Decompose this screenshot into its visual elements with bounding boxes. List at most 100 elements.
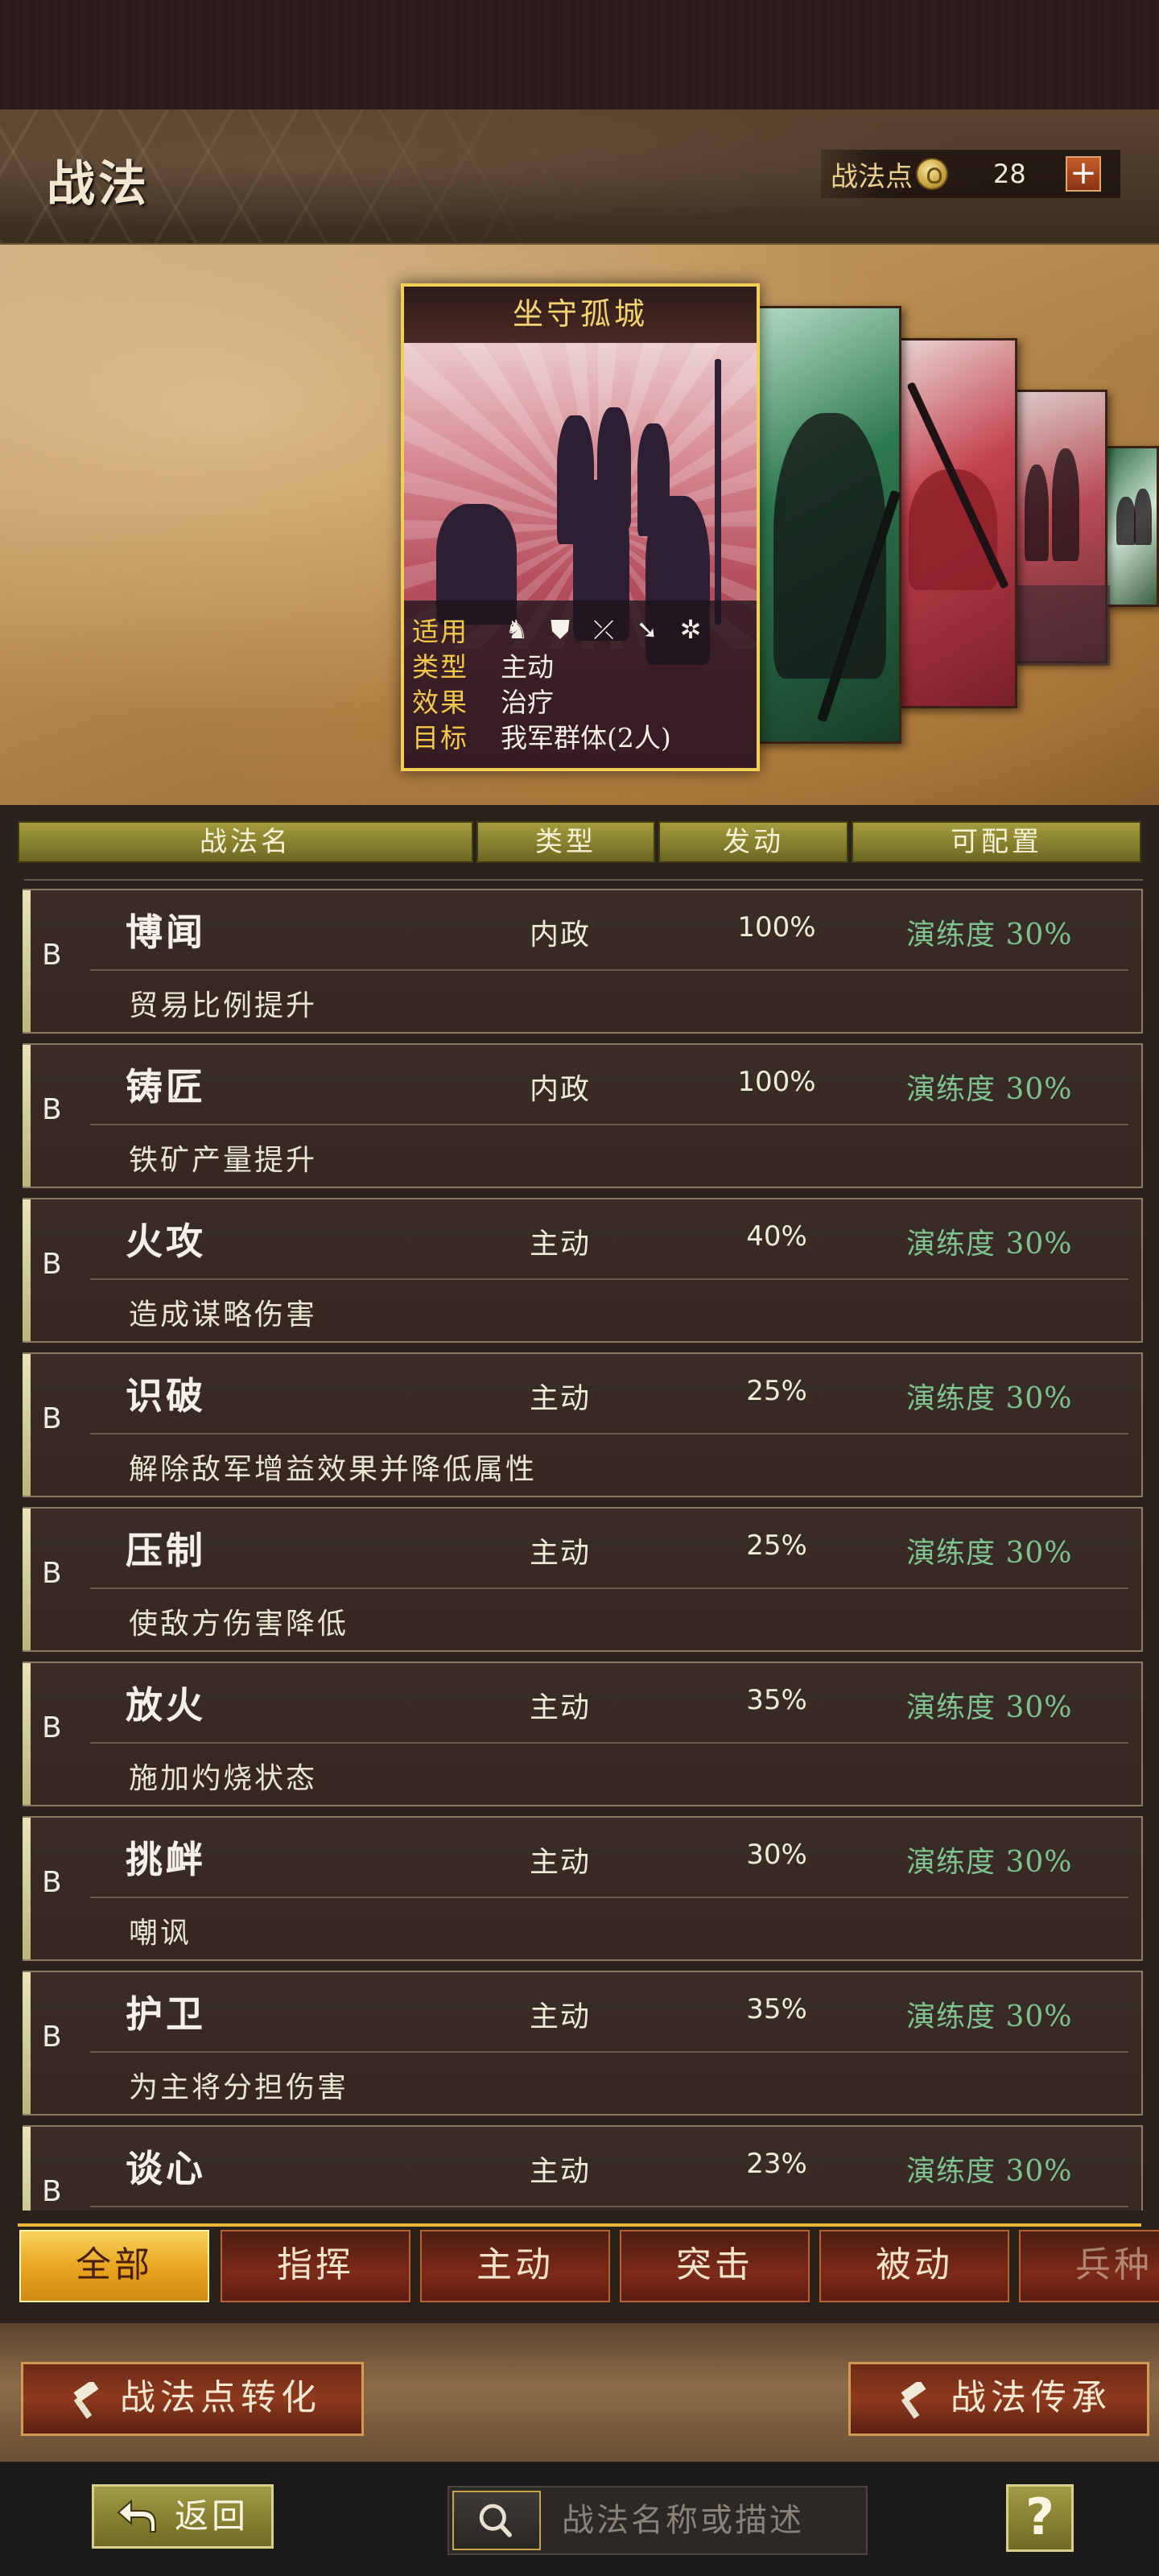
tab-command[interactable]: 指挥	[221, 2230, 410, 2302]
action-bar: 战法点转化 战法传承	[0, 2323, 1159, 2462]
tab-active[interactable]: 主动	[420, 2230, 610, 2302]
skill-description: 嘲讽	[129, 1917, 192, 1950]
skill-row[interactable]: B 护卫 主动 35% 演练度 30% 为主将分担伤害	[23, 1971, 1143, 2116]
back-label: 返回	[175, 2496, 250, 2536]
skill-row[interactable]: B 压制 主动 25% 演练度 30% 使敌方伤害降低	[23, 1507, 1143, 1652]
skill-rate: 35%	[746, 1993, 807, 2025]
skill-name: 火攻	[126, 1220, 206, 1263]
skill-name: 护卫	[126, 1992, 206, 2036]
top-band	[0, 0, 1159, 109]
grade-strip	[23, 1818, 31, 1959]
grade-strip	[23, 1354, 31, 1496]
bottom-bar: 返回 ?	[0, 2462, 1159, 2576]
skill-config: 演练度 30%	[906, 2000, 1073, 2033]
skill-config: 演练度 30%	[906, 1537, 1073, 1570]
skill-grade: B	[42, 939, 62, 972]
featured-skill-card[interactable]: 坐守孤城 适用 ♞ ⛊ ⤫ ➘ ✲ 类型 主动 效果 治疗 目标 我军群体(2人…	[401, 283, 760, 771]
target-row: 目标 我军群体(2人)	[412, 718, 757, 753]
skill-card-back[interactable]	[895, 338, 1017, 708]
add-points-button[interactable]: +	[1066, 156, 1101, 192]
skill-type: 主动	[530, 1382, 592, 1415]
skill-rate: 35%	[746, 1684, 807, 1716]
row-divider	[90, 2206, 1128, 2207]
skill-grade: B	[42, 1866, 62, 1899]
skill-config: 演练度 30%	[906, 2155, 1073, 2188]
type-row: 类型 主动	[412, 647, 757, 683]
skill-type: 主动	[530, 2155, 592, 2188]
skill-rate: 23%	[746, 2148, 807, 2180]
convert-points-button[interactable]: 战法点转化	[21, 2362, 364, 2436]
skill-rate: 25%	[746, 1375, 807, 1407]
bow-icon: ⤫	[593, 614, 614, 645]
skill-grade: B	[42, 2175, 62, 2208]
row-divider	[90, 1124, 1128, 1125]
column-header-rate[interactable]: 发动	[658, 821, 848, 863]
skill-row[interactable]: B 放火 主动 35% 演练度 30% 施加灼烧状态	[23, 1662, 1143, 1806]
back-arrow-icon	[117, 2499, 156, 2533]
type-value: 主动	[501, 651, 554, 683]
skill-type: 主动	[530, 2000, 592, 2033]
grade-strip	[23, 1199, 31, 1341]
spear-icon: ➘	[636, 614, 658, 645]
skill-rate: 40%	[746, 1220, 807, 1253]
effect-row: 效果 治疗	[412, 683, 757, 718]
skill-type: 主动	[530, 1691, 592, 1724]
skill-card-back[interactable]	[755, 306, 901, 744]
row-divider	[90, 969, 1128, 971]
skill-config: 演练度 30%	[906, 1846, 1073, 1879]
filter-tabs: 全部 指挥 主动 突击 被动 兵种	[0, 2211, 1159, 2323]
tab-passive[interactable]: 被动	[819, 2230, 1009, 2302]
skill-grade: B	[42, 1093, 62, 1126]
grade-strip	[23, 1045, 31, 1187]
search-button[interactable]	[452, 2491, 541, 2550]
row-divider	[90, 1433, 1128, 1435]
tab-troop[interactable]: 兵种	[1019, 2230, 1159, 2302]
row-divider	[90, 1742, 1128, 1744]
tab-assault[interactable]: 突击	[620, 2230, 810, 2302]
skill-row[interactable]: B 识破 主动 25% 演练度 30% 解除敌军增益效果并降低属性	[23, 1352, 1143, 1497]
card-art-spear	[715, 359, 721, 625]
skill-points-box: 战法点 28 +	[821, 150, 1120, 198]
tab-all[interactable]: 全部	[19, 2230, 209, 2302]
featured-skill-info: 适用 ♞ ⛊ ⤫ ➘ ✲ 类型 主动 效果 治疗 目标 我军群体(2人)	[404, 601, 757, 768]
column-header-type[interactable]: 类型	[476, 821, 655, 863]
skill-card-back[interactable]	[1014, 390, 1110, 666]
skill-row[interactable]: B 谈心 主动 23% 演练度 30%	[23, 2125, 1143, 2211]
skill-list-area: 战法名 类型 发动 可配置 B 博闻 内政 100% 演练度 30% 贸易比例提升 B 铸匠内…	[0, 805, 1159, 2211]
inherit-skill-button[interactable]: 战法传承	[848, 2362, 1149, 2436]
skill-card-showcase: 坐守孤城 适用 ♞ ⛊ ⤫ ➘ ✲ 类型 主动 效果 治疗 目标 我军群体(2人…	[0, 245, 1159, 805]
skill-rate: 100%	[737, 1066, 816, 1098]
skill-row[interactable]: B 博闻 内政 100% 演练度 30% 贸易比例提升	[23, 889, 1143, 1034]
featured-skill-name: 坐守孤城	[404, 287, 757, 343]
header: 战法 战法点 28 +	[0, 109, 1159, 245]
skill-config: 演练度 30%	[906, 919, 1073, 952]
effect-value: 治疗	[501, 687, 554, 718]
skill-grade: B	[42, 1711, 62, 1744]
skill-row[interactable]: B 挑衅 主动 30% 演练度 30% 嘲讽	[23, 1816, 1143, 1961]
inherit-skill-label: 战法传承	[951, 2377, 1112, 2418]
skill-row[interactable]: B 铸匠 内政 100% 演练度 30% 铁矿产量提升	[23, 1043, 1143, 1188]
skill-config: 演练度 30%	[906, 1073, 1073, 1106]
help-button[interactable]: ?	[1006, 2484, 1074, 2552]
tabs-rule	[18, 2223, 1141, 2227]
skill-type: 主动	[530, 1537, 592, 1570]
grade-strip	[23, 2127, 31, 2211]
skill-grade: B	[42, 2021, 62, 2054]
skill-type: 主动	[530, 1228, 592, 1261]
column-header-name[interactable]: 战法名	[18, 821, 473, 863]
target-label: 目标	[412, 722, 468, 753]
skill-points-label: 战法点	[831, 160, 913, 193]
skill-card-back[interactable]	[1103, 446, 1159, 607]
column-header-config[interactable]: 可配置	[852, 821, 1141, 863]
row-divider	[90, 1587, 1128, 1589]
hammer-icon	[73, 2382, 99, 2419]
row-divider	[90, 2051, 1128, 2053]
back-button[interactable]: 返回	[92, 2484, 274, 2549]
skill-name: 挑衅	[126, 1838, 206, 1881]
page-title: 战法	[47, 156, 150, 213]
skill-row[interactable]: B 火攻 主动 40% 演练度 30% 造成谋略伤害	[23, 1198, 1143, 1343]
applies-label: 适用	[412, 616, 468, 647]
grade-strip	[23, 1509, 31, 1650]
skill-config: 演练度 30%	[906, 1382, 1073, 1415]
search-input[interactable]	[562, 2487, 860, 2553]
